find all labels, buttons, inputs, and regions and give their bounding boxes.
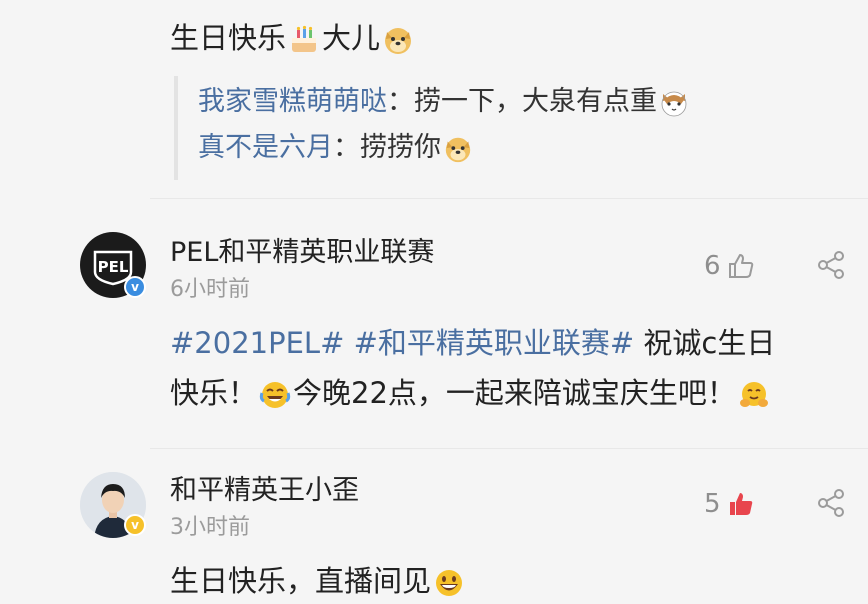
reply-username[interactable]: 我家雪糕萌萌哒 [198,86,387,117]
thumbs-up-icon [728,254,753,278]
comment-text-part: 生日快乐 [170,21,287,55]
cat-emoji-icon [661,91,687,116]
comment-text-part: 大儿 [322,21,381,55]
reply-preview[interactable]: 我家雪糕萌萌哒：捞一下，大泉有点重 真不是六月：捞捞你 [174,76,794,180]
thumbs-up-filled-icon [729,493,752,515]
grinning-emoji-icon [436,570,463,596]
avatar-logo-text: PEL [98,258,129,276]
comment-text: #2021PEL# #和平精英职业联赛# 祝诚c生日 快乐！ 今晚22点，一起来陪… [170,318,850,418]
username[interactable]: 和平精英王小歪 [170,474,359,508]
divider [150,448,868,449]
like-button[interactable]: 5 [704,484,755,524]
like-button[interactable]: 6 [704,246,755,286]
reply-separator: ： [387,86,414,117]
reply-username[interactable]: 真不是六月 [198,132,333,163]
like-count: 5 [704,489,721,519]
like-count: 6 [704,251,721,281]
hug-emoji-icon [739,382,768,407]
comment-line: 快乐！ 今晚22点，一起来陪诚宝庆生吧！ [170,368,850,418]
reply-item: 真不是六月：捞捞你 [198,128,794,168]
comment-text: 生日快乐，直播间见 [170,556,850,604]
reply-separator: ： [333,132,360,163]
reply-text: 捞一下，大泉有点重 [414,86,657,117]
comment-text-part: 祝诚c生日 [643,326,776,360]
share-icon[interactable] [816,250,846,280]
crying-laughing-emoji-icon [259,382,291,408]
comment-line: #2021PEL# #和平精英职业联赛# 祝诚c生日 [170,318,850,368]
verified-badge-icon: v [124,276,146,298]
timestamp: 3小时前 [170,515,250,540]
comment-text-part: 生日快乐，直播间见 [170,564,432,598]
comment-text-part: 快乐！ [170,376,258,410]
doge-emoji-icon [385,28,412,54]
hashtag-link[interactable]: #2021PEL# [170,326,344,360]
verified-badge-icon: v [124,514,146,536]
cake-emoji-icon [292,25,317,52]
divider [150,198,868,199]
doge-emoji-icon [445,137,471,162]
reply-text: 捞捞你 [360,132,441,163]
comment-text-part: 今晚22点，一起来陪诚宝庆生吧！ [293,376,736,410]
username[interactable]: PEL和平精英职业联赛 [170,236,434,270]
reply-item: 我家雪糕萌萌哒：捞一下，大泉有点重 [198,82,794,122]
timestamp: 6小时前 [170,277,250,302]
hashtag-link[interactable]: #和平精英职业联赛# [354,326,635,360]
share-icon[interactable] [816,488,846,518]
comment-text: 生日快乐 大儿 [170,16,416,60]
